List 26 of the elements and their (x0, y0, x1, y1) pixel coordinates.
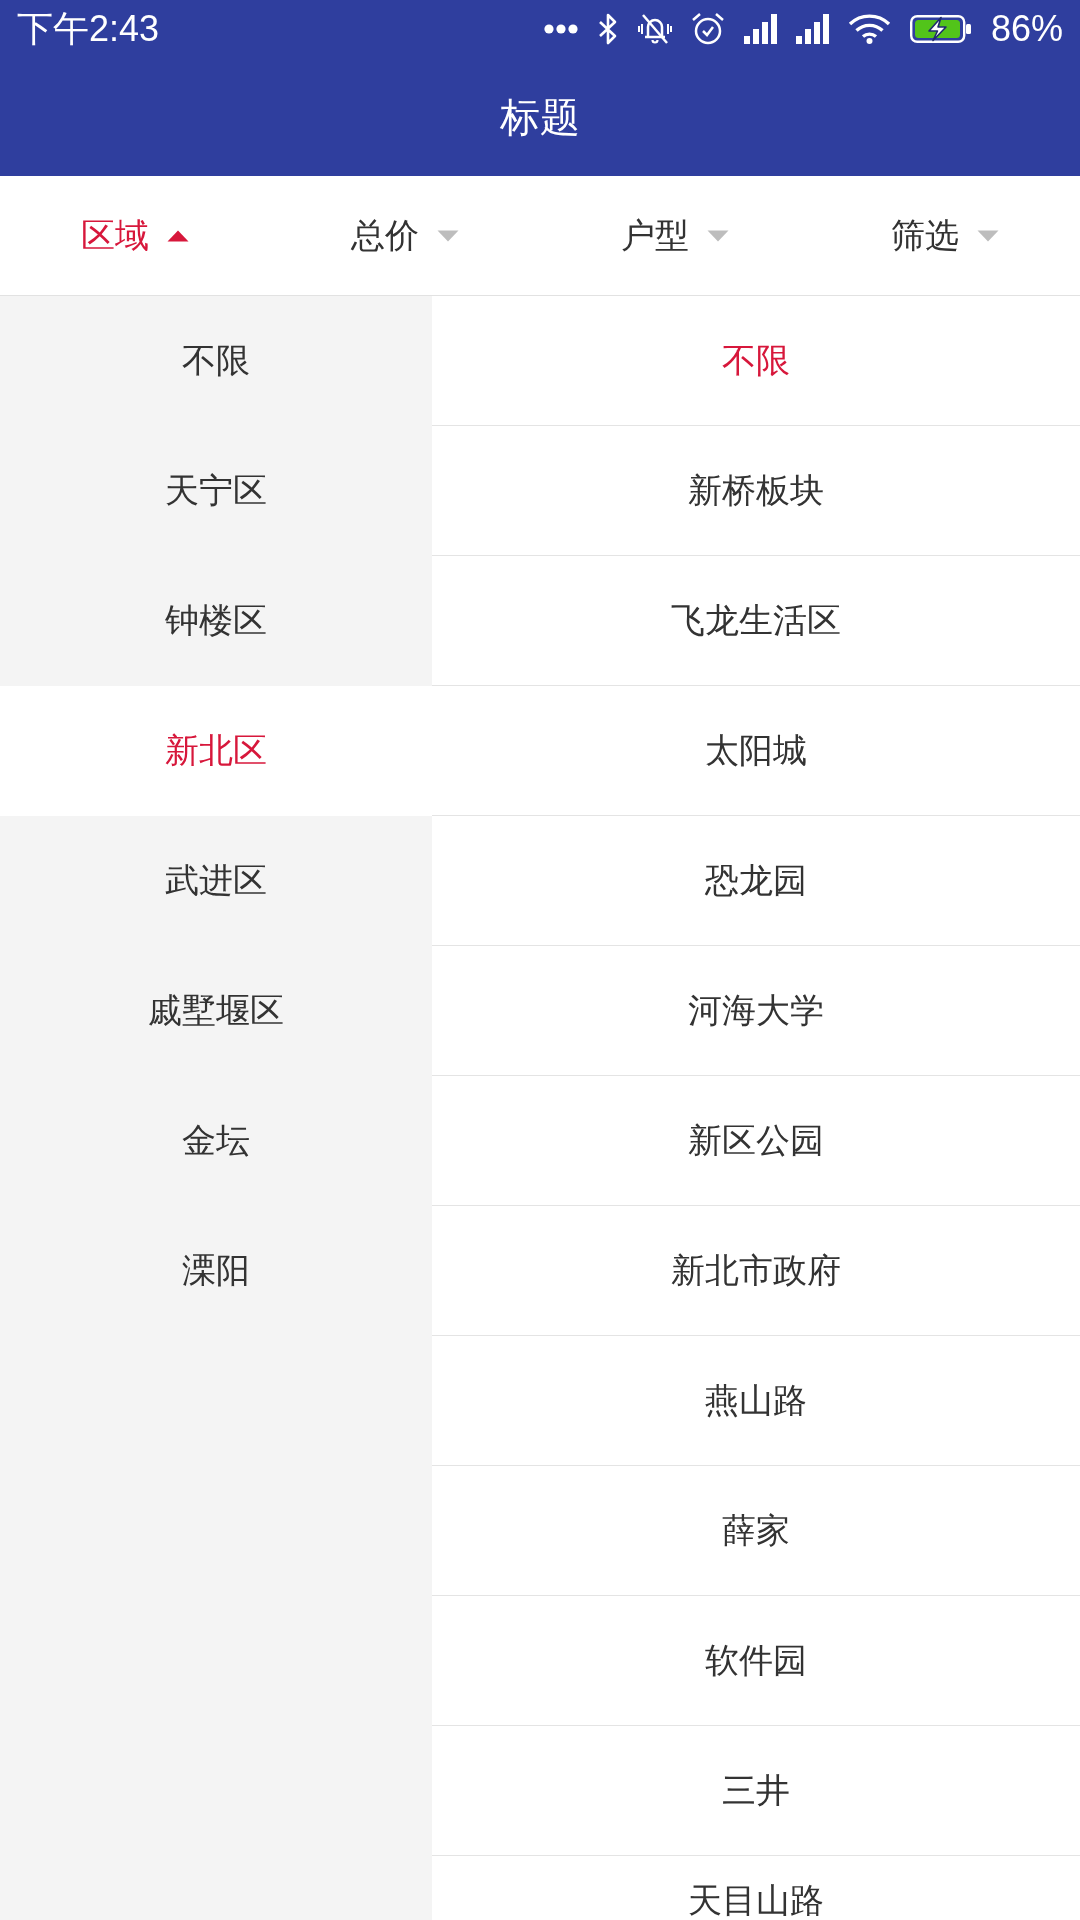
district-item[interactable]: 天宁区 (0, 426, 432, 556)
district-item[interactable]: 武进区 (0, 816, 432, 946)
caret-down-icon (707, 229, 729, 242)
district-item[interactable]: 溧阳 (0, 1206, 432, 1336)
signal-icon (743, 14, 777, 44)
filter-tab[interactable]: 筛选 (810, 176, 1080, 295)
district-item[interactable]: 钟楼区 (0, 556, 432, 686)
signal-icon (795, 14, 829, 44)
filter-tab[interactable]: 户型 (540, 176, 810, 295)
battery-percent: 86% (990, 11, 1063, 47)
caret-up-icon (167, 229, 189, 242)
caret-down-icon (977, 229, 999, 242)
caret-down-icon (437, 229, 459, 242)
district-item[interactable]: 新北区 (0, 686, 432, 816)
district-item[interactable]: 戚墅堰区 (0, 946, 432, 1076)
filter-tab[interactable]: 区域 (0, 176, 270, 295)
district-item[interactable]: 不限 (0, 296, 432, 426)
more-dots-icon (543, 24, 578, 34)
muted-bell-icon (637, 12, 672, 46)
wifi-icon (847, 14, 891, 44)
district-item[interactable]: 金坛 (0, 1076, 432, 1206)
charging-battery-icon (909, 15, 972, 43)
app-title: 标题 (500, 93, 580, 141)
alarm-clock-icon (690, 12, 725, 46)
status-time: 下午2:43 (17, 11, 160, 47)
filter-tab[interactable]: 总价 (270, 176, 540, 295)
